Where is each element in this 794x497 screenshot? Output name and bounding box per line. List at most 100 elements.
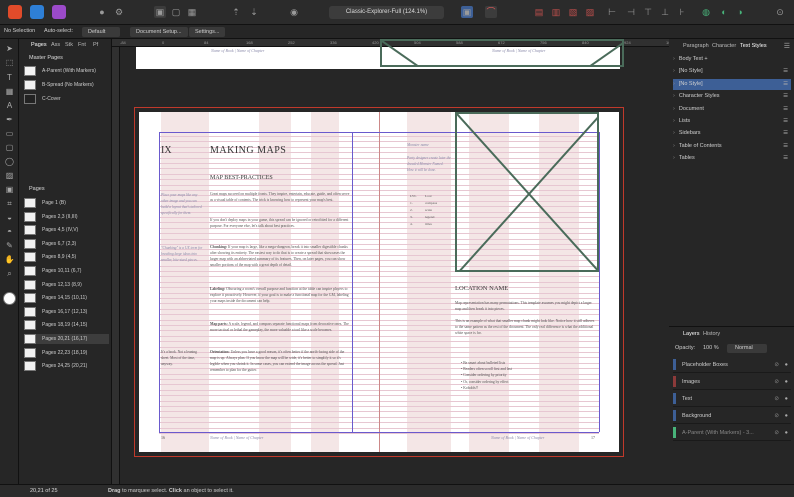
previous-spread[interactable]: Name of Book | Name of Chapter Name of B…	[136, 39, 624, 69]
body-paragraph[interactable]: If you don't deploy maps in your game, t…	[210, 217, 350, 229]
chevron-right-icon[interactable]: ›	[673, 118, 675, 124]
text-style-row[interactable]: › Sidebars ☰	[673, 128, 791, 139]
body-paragraph[interactable]: Great maps succeed on multiple fronts. T…	[210, 191, 350, 203]
frame-icon[interactable]: ▢	[170, 6, 182, 18]
style-menu-icon[interactable]: ☰	[783, 153, 788, 164]
transparency-tool-icon[interactable]: ◓	[4, 226, 15, 237]
publisher-app-icon[interactable]	[8, 5, 22, 19]
upload-icon[interactable]: ⇡	[230, 6, 242, 18]
sidebar-note[interactable]: "Chunking" is a UX term for breaking lar…	[161, 245, 205, 263]
body-paragraph[interactable]: Chunking: If your map is large, like a m…	[210, 244, 350, 268]
text-style-row[interactable]: › Tables ☰	[673, 153, 791, 164]
zoom-tool-icon[interactable]: ⌕	[4, 268, 15, 279]
chevron-right-icon[interactable]: ›	[673, 106, 675, 112]
visibility-icon[interactable]: ●	[785, 358, 788, 373]
lock-icon[interactable]: ⊘	[774, 426, 779, 441]
tab-layers[interactable]: Layers	[683, 331, 700, 337]
globe-icon[interactable]: ◑	[734, 6, 746, 18]
text-style-row[interactable]: › [No Style] ☰	[673, 78, 791, 90]
tab-character[interactable]: Character	[712, 43, 736, 49]
designer-app-icon[interactable]	[30, 5, 44, 19]
style-menu-icon[interactable]: ☰	[783, 91, 788, 102]
body-paragraph[interactable]: Labeling: Obscuring a room's overall pur…	[210, 286, 350, 304]
frame-tool-icon[interactable]: ▢	[4, 142, 15, 153]
style-menu-icon[interactable]: ☰	[783, 104, 788, 115]
style-menu-icon[interactable]: ☰	[783, 66, 788, 77]
chapter-title[interactable]: MAKING MAPS	[210, 145, 286, 156]
tab-assets[interactable]: Ass	[51, 42, 60, 48]
tab-pages[interactable]: Pages	[31, 42, 47, 48]
lock-icon[interactable]: ⊘	[774, 375, 779, 390]
location-paragraph[interactable]: Map representation has many permutations…	[455, 300, 597, 312]
account-icon[interactable]: ⊙	[774, 6, 786, 18]
preview-eye-icon[interactable]: ◉	[288, 6, 300, 18]
body-paragraph[interactable]: Map parts: A scale, legend, and compass …	[210, 321, 350, 333]
style-menu-icon[interactable]: ☰	[783, 128, 788, 139]
bullet-item[interactable]: • Kobolds!!	[461, 386, 478, 390]
download-icon[interactable]: ⇣	[248, 6, 260, 18]
tab-paragraph[interactable]: Paragraph	[683, 43, 709, 49]
visibility-icon[interactable]: ●	[785, 426, 788, 441]
bullet-item[interactable]: • Be smart about bulleted lists	[461, 361, 505, 365]
vertical-ruler[interactable]	[112, 47, 120, 484]
picture-frame-tool-icon[interactable]: ▨	[4, 170, 15, 181]
sidebar-note[interactable]: Place your maps like any other image and…	[161, 192, 205, 216]
tab-stock[interactable]: Stk	[65, 42, 73, 48]
chevron-right-icon[interactable]: ›	[673, 143, 675, 149]
text-style-row[interactable]: › Character Styles ☰	[673, 91, 791, 102]
master-pages-header[interactable]: Master Pages	[29, 55, 63, 61]
bullet-item[interactable]: • Or, consider ordering by effect	[461, 380, 509, 384]
style-menu-icon[interactable]: ☰	[783, 79, 788, 90]
lock-icon[interactable]: ⊘	[774, 358, 779, 373]
subheading[interactable]: MAP BEST-PRACTICES	[210, 175, 273, 181]
map-name-label[interactable]: Monster name	[407, 143, 429, 147]
arrange-forward-icon[interactable]: ▧	[567, 6, 579, 18]
body-paragraph[interactable]: Orientation: Unless you have a good reas…	[210, 349, 350, 373]
align-center-icon[interactable]: ⊣	[625, 6, 637, 18]
snapping-icon[interactable]: ▣	[461, 6, 473, 18]
ellipse-tool-icon[interactable]: ◯	[4, 156, 15, 167]
document-canvas[interactable]: -840841682523364205045886727568409241008…	[112, 39, 669, 484]
chevron-right-icon[interactable]: ›	[673, 68, 675, 74]
rectangle-tool-icon[interactable]: ▭	[4, 128, 15, 139]
layer-row[interactable]: Placeholder Boxes ⊘ ●	[673, 358, 791, 373]
grid-icon[interactable]: ▦	[186, 6, 198, 18]
text-style-row[interactable]: › Document ☰	[673, 104, 791, 115]
layer-row[interactable]: Images ⊘ ●	[673, 375, 791, 390]
text-style-row[interactable]: › [No Style] ☰	[673, 66, 791, 77]
fill-tool-icon[interactable]: ◒	[4, 212, 15, 223]
table-tool-icon[interactable]: ▦	[4, 86, 15, 97]
node-tool-icon[interactable]: ⬚	[4, 57, 15, 68]
document-setup-button[interactable]: Document Setup...	[130, 27, 188, 37]
artistic-text-tool-icon[interactable]: A	[4, 100, 15, 111]
layer-row[interactable]: Text ⊘ ●	[673, 392, 791, 407]
arrange-back-icon[interactable]: ▤	[533, 6, 545, 18]
prev-image-placeholder[interactable]	[380, 39, 624, 67]
chevron-right-icon[interactable]: ›	[673, 93, 675, 99]
pen-tool-icon[interactable]: ✒	[4, 114, 15, 125]
align-bottom-icon[interactable]: ⊦	[676, 6, 688, 18]
place-image-tool-icon[interactable]: ▣	[4, 184, 15, 195]
studio-icon[interactable]: ◐	[718, 6, 730, 18]
text-style-row[interactable]: › Body Text +	[673, 54, 791, 65]
view-toggle-icon[interactable]: ●	[96, 6, 108, 18]
chevron-right-icon[interactable]: ›	[673, 56, 675, 62]
chapter-number[interactable]: IX	[161, 145, 172, 156]
auto-select-label[interactable]: Auto-select:	[44, 28, 73, 34]
style-menu-icon[interactable]: ☰	[783, 116, 788, 127]
auto-select-dropdown[interactable]: Default	[82, 27, 120, 37]
style-menu-icon[interactable]: ☰	[783, 141, 788, 152]
visibility-icon[interactable]: ●	[785, 392, 788, 407]
page-row[interactable]: Pages 20,21 (16,17)	[24, 334, 109, 344]
photo-app-icon[interactable]	[52, 5, 66, 19]
lock-icon[interactable]: ⊘	[774, 392, 779, 407]
chevron-right-icon[interactable]: ›	[673, 81, 675, 87]
layer-row[interactable]: Background ⊘ ●	[673, 409, 791, 424]
chevron-right-icon[interactable]: ›	[673, 155, 675, 161]
location-name-heading[interactable]: LOCATION NAME	[455, 285, 508, 292]
color-picker-tool-icon[interactable]: ✎	[4, 240, 15, 251]
arrange-front-icon[interactable]: ▥	[550, 6, 562, 18]
visibility-icon[interactable]: ●	[785, 409, 788, 424]
panel-menu-icon[interactable]: ☰	[784, 42, 790, 50]
text-frame-tool-icon[interactable]: T	[4, 72, 15, 83]
